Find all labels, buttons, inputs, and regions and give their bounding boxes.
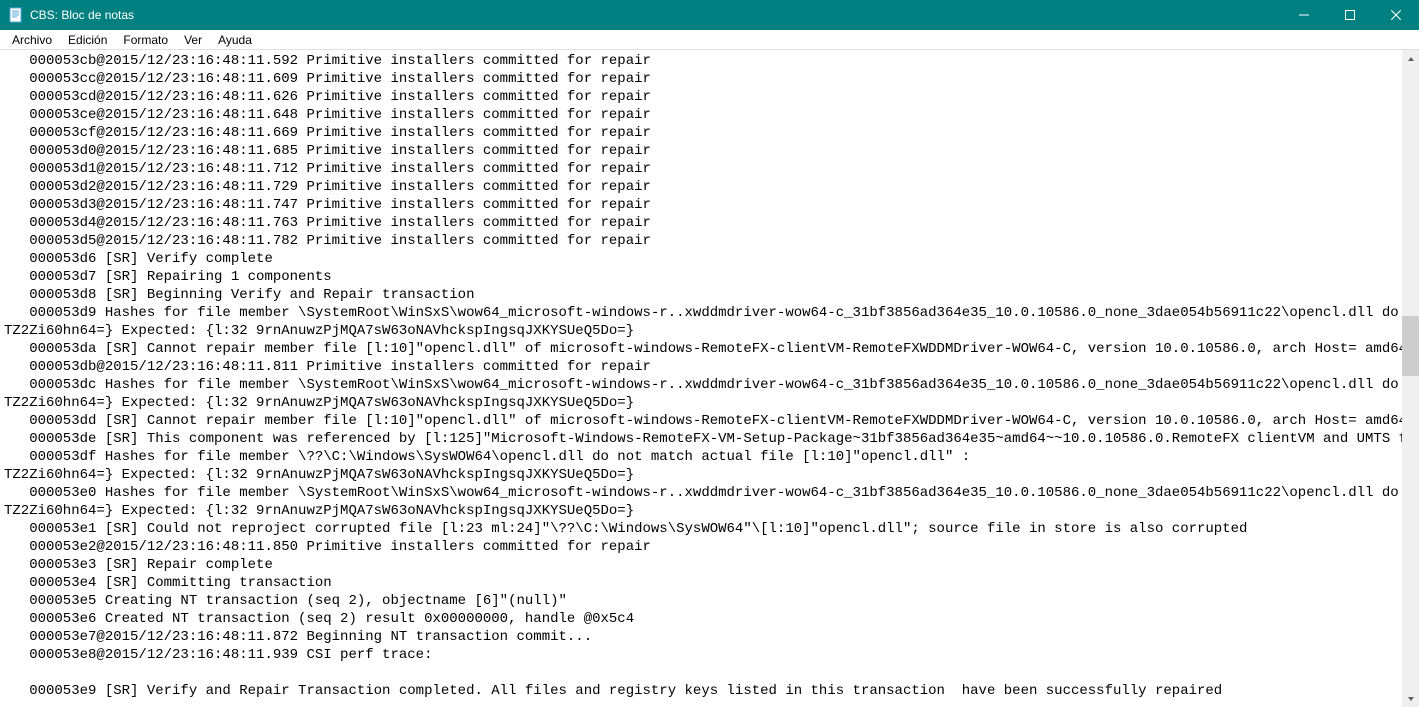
editor-area: 000053cb@2015/12/23:16:48:11.592 Primiti…	[0, 50, 1419, 707]
menu-edicion[interactable]: Edición	[60, 31, 115, 49]
notepad-icon	[8, 7, 24, 23]
menu-bar: Archivo Edición Formato Ver Ayuda	[0, 30, 1419, 50]
window-title: CBS: Bloc de notas	[30, 8, 1281, 22]
minimize-button[interactable]	[1281, 0, 1327, 30]
text-content[interactable]: 000053cb@2015/12/23:16:48:11.592 Primiti…	[0, 50, 1402, 707]
scroll-track[interactable]	[1402, 67, 1419, 690]
menu-formato[interactable]: Formato	[115, 31, 176, 49]
close-button[interactable]	[1373, 0, 1419, 30]
maximize-button[interactable]	[1327, 0, 1373, 30]
menu-ver[interactable]: Ver	[176, 31, 210, 49]
scroll-thumb[interactable]	[1402, 316, 1419, 376]
window-controls	[1281, 0, 1419, 30]
scroll-down-button[interactable]	[1402, 690, 1419, 707]
vertical-scrollbar[interactable]	[1402, 50, 1419, 707]
menu-archivo[interactable]: Archivo	[4, 31, 60, 49]
menu-ayuda[interactable]: Ayuda	[210, 31, 260, 49]
title-bar: CBS: Bloc de notas	[0, 0, 1419, 30]
scroll-up-button[interactable]	[1402, 50, 1419, 67]
